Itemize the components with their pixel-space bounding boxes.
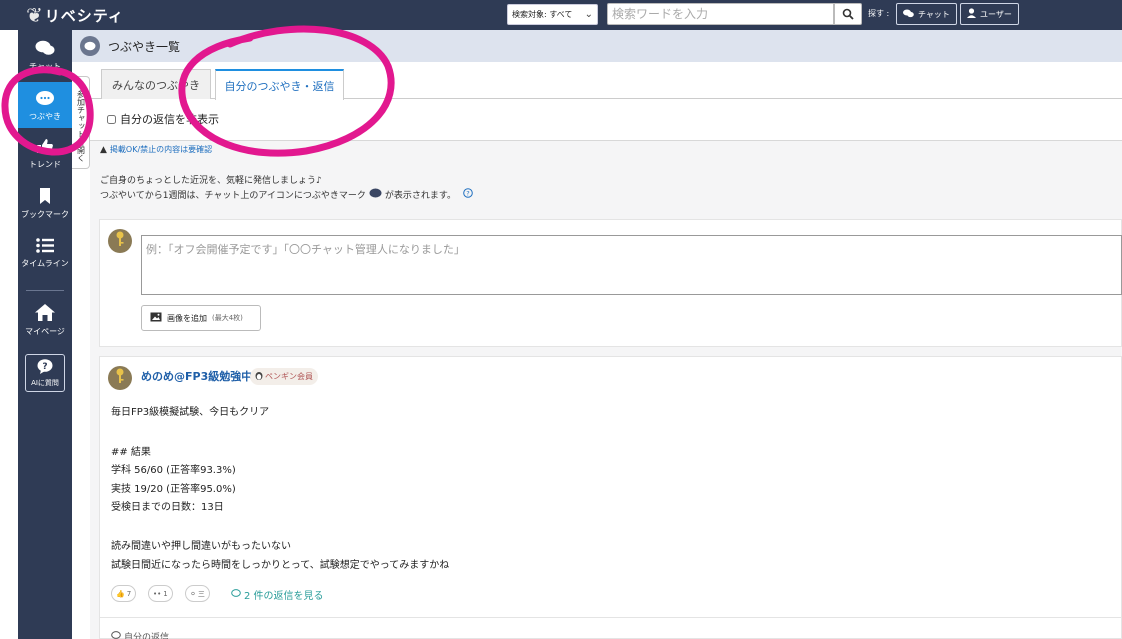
tab-my-tweets-replies[interactable]: 自分のつぶやき・返信 (215, 69, 344, 100)
post-body-line: 毎日FP3級模擬試験、今日もクリア (111, 407, 270, 418)
post-body-line: 受検日までの日数：13日 (111, 502, 224, 513)
hide-my-replies-checkbox[interactable] (107, 114, 116, 124)
thumbs-up-icon (36, 138, 54, 156)
question-bubble-icon: ? (37, 358, 53, 376)
eyes-icon: •• (153, 589, 162, 598)
sidebar-item-label: タイムライン (21, 259, 69, 268)
add-image-note: (最大4枚) (212, 314, 243, 322)
sidebar-item-label: チャット (29, 62, 61, 71)
page-header (72, 30, 1122, 62)
sidebar-item-label: トレンド (29, 160, 61, 169)
warning-icon: ▲ (100, 144, 107, 155)
explore-user-label: ユーザー (980, 9, 1012, 19)
reaction-thumbs-up[interactable]: 👍 7 (111, 585, 137, 602)
key-icon (114, 231, 126, 251)
intro-text-2-tail: が表示されます。 (384, 191, 457, 201)
leaf-logo-icon: ❦ (26, 3, 43, 27)
list-icon (36, 238, 54, 255)
post-avatar[interactable] (108, 366, 132, 390)
reaction-count: 1 (163, 589, 168, 598)
tab-everyone-tweets[interactable]: みんなのつぶやき (101, 69, 211, 99)
add-image-button[interactable]: 画像を追加 (最大4枚) (141, 305, 261, 331)
chevron-left-icon: ‹ (78, 80, 83, 90)
bookmark-icon (39, 188, 51, 206)
member-badge-label: ペンギン会員 (265, 372, 313, 381)
search-scope-select[interactable]: 検索対象: すべて ⌄ (507, 4, 598, 25)
help-circle-icon[interactable]: ? (463, 188, 473, 201)
home-icon (35, 304, 55, 323)
sidebar-item-bookmark[interactable]: ブックマーク (18, 188, 72, 222)
image-icon (150, 312, 162, 324)
chevron-down-icon: ⌄ (584, 9, 593, 20)
rules-notice-link[interactable]: ▲ 掲載OK/禁止の内容は要確認 (100, 144, 212, 155)
search-button[interactable] (834, 3, 862, 25)
post-body-line: 読み間違いや押し間違いがもったいない (111, 541, 291, 552)
post-body-line: ## 結果 (111, 447, 151, 458)
sidebar-item-label: ブックマーク (21, 210, 69, 219)
explore-label: 探す : (868, 9, 890, 18)
user-icon (967, 8, 976, 20)
intro-text: ご自身のちょっとした近況を、気軽に発信しましょう♪ (100, 176, 322, 186)
joined-chats-panel-label: 参加チャットを開く (76, 90, 86, 162)
chat-bubbles-icon (903, 9, 914, 20)
post-body-line: 実技 19/20 (正答率95.0%) (111, 484, 236, 495)
ask-ai-button[interactable]: ? AIに質問 (25, 354, 65, 392)
sidebar-item-mypage[interactable]: マイページ (18, 304, 72, 338)
reaction-count: 三 (197, 589, 205, 598)
view-replies-link[interactable]: 2 件の返信を見る (231, 587, 324, 602)
page-title: つぶやき一覧 (108, 40, 181, 54)
tweet-mark-icon (369, 188, 382, 201)
ask-ai-label: AIに質問 (31, 378, 59, 387)
thumbs-up-icon: 👍 (116, 589, 125, 598)
add-image-label: 画像を追加 (167, 313, 207, 323)
view-replies-label: 2 件の返信を見る (244, 591, 324, 602)
logo-text: リベシティ (44, 6, 124, 25)
reaction-count: 7 (126, 589, 132, 598)
my-reply-label: 自分の返信 (124, 633, 170, 639)
tweet-bubble-icon (35, 90, 55, 108)
search-input[interactable] (607, 3, 834, 25)
post-divider (99, 617, 1122, 618)
post-body-line: 学科 56/60 (正答率93.3%) (111, 465, 236, 476)
emoji-add-icon: ⚪ (190, 589, 196, 598)
app-logo[interactable]: ❦ リベシティ (26, 5, 124, 25)
sidebar-item-timeline[interactable]: タイムライン (18, 238, 72, 272)
sidebar-item-label: つぶやき (29, 112, 61, 121)
svg-text:?: ? (466, 190, 469, 198)
sidebar-item-tweets[interactable]: つぶやき (18, 82, 72, 128)
reply-bubble-icon (231, 588, 241, 601)
intro-text-2: つぶやいてから1週間は、チャット上のアイコンにつぶやきマーク が表示されます。 … (100, 188, 473, 201)
member-badge: ペンギン会員 (250, 368, 318, 385)
compose-input[interactable] (141, 235, 1122, 295)
sidebar-item-label: マイページ (25, 327, 65, 336)
svg-text:?: ? (42, 362, 47, 372)
reaction-eyes[interactable]: •• 1 (148, 585, 173, 602)
reply-bubble-icon (111, 630, 121, 639)
explore-user-button[interactable]: ユーザー (960, 3, 1019, 25)
key-icon (114, 368, 126, 388)
sidebar-item-chat[interactable]: チャット (18, 40, 72, 74)
sidebar-item-trend[interactable]: トレンド (18, 138, 72, 172)
tweet-bubble-icon (80, 36, 100, 56)
content-divider (90, 140, 1122, 141)
reaction-add[interactable]: ⚪ 三 (185, 585, 210, 602)
penguin-icon (255, 371, 263, 382)
hide-my-replies-toggle[interactable]: 自分の返信を非表示 (107, 111, 219, 127)
joined-chats-panel-toggle[interactable]: ‹ 参加チャットを開く (72, 76, 90, 169)
sidebar-divider (26, 290, 64, 291)
explore-chat-label: チャット (918, 9, 950, 19)
explore-chat-button[interactable]: チャット (896, 3, 957, 25)
search-icon (842, 8, 854, 20)
intro-text-2-main: つぶやいてから1週間は、チャット上のアイコンにつぶやきマーク (100, 191, 366, 201)
my-reply-section: 自分の返信 (111, 630, 169, 639)
chat-bubbles-icon (35, 40, 55, 58)
post-body-line: 試験日間近になったら時間をしっかりとって、試験想定でやってみますかね (111, 560, 450, 571)
search-scope-value: 検索対象: すべて (512, 10, 573, 19)
rules-notice-text: 掲載OK/禁止の内容は要確認 (109, 145, 213, 154)
hide-my-replies-label: 自分の返信を非表示 (120, 113, 219, 126)
avatar (108, 229, 132, 253)
post-author-name[interactable]: めのめ@FP3級勉強中 (141, 368, 252, 384)
